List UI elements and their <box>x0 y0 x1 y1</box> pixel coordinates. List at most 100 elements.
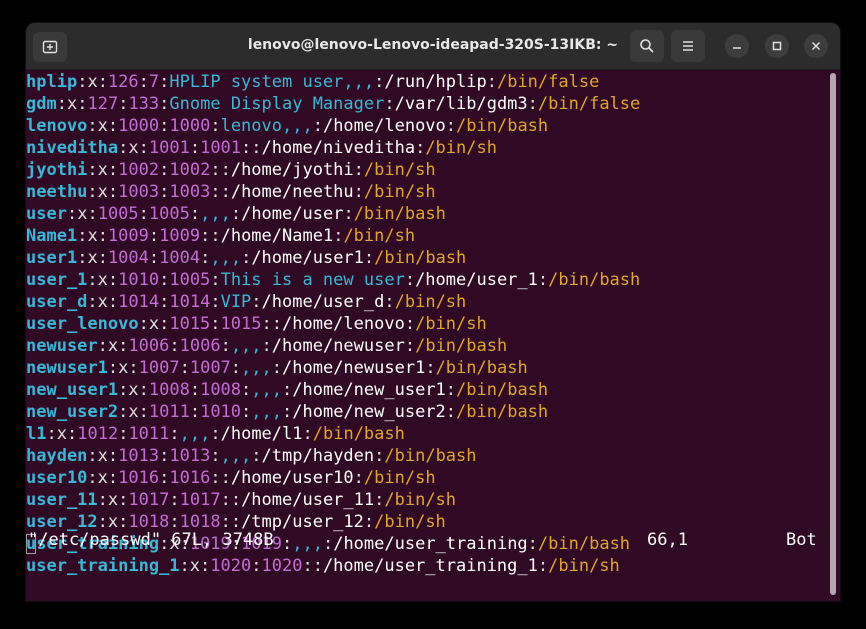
password-field: x <box>118 358 129 378</box>
field-separator: : <box>138 380 149 400</box>
maximize-button[interactable] <box>765 34 789 58</box>
field-separator: : <box>210 314 221 334</box>
password-field: x <box>97 270 108 290</box>
field-separator: : <box>282 402 293 422</box>
gecos: This is a new user <box>220 270 405 290</box>
field-separator: : <box>210 182 221 202</box>
passwd-line: user_d:x:1014:1014:VIP:/home/user_d:/bin… <box>26 291 826 313</box>
password-field: x <box>128 138 139 158</box>
gid: 1020 <box>261 556 303 576</box>
field-separator: : <box>87 182 98 202</box>
scrollbar-thumb[interactable] <box>830 73 836 595</box>
field-separator: : <box>138 402 149 422</box>
uid: 1013 <box>118 446 160 466</box>
uid: 1002 <box>118 160 160 180</box>
field-separator: : <box>148 226 160 246</box>
terminal-content[interactable]: hplip:x:126:7:HPLIP system user,,,:/run/… <box>26 71 826 601</box>
field-separator: : <box>159 94 170 114</box>
password-field: x <box>128 380 139 400</box>
uid: 1003 <box>118 182 160 202</box>
gecos: ,,, <box>230 336 262 356</box>
login-shell: /bin/bash <box>374 248 467 268</box>
field-separator: : <box>271 314 282 334</box>
field-separator: : <box>118 490 129 510</box>
minimize-button[interactable] <box>725 34 749 58</box>
field-separator: : <box>189 138 201 158</box>
field-separator: : <box>445 380 457 400</box>
login-shell: /bin/bash <box>384 446 477 466</box>
field-separator: : <box>107 160 119 180</box>
home-dir: /home/user_training_1 <box>322 556 538 576</box>
field-separator: : <box>210 160 221 180</box>
home-dir: /tmp/hayden <box>261 446 375 466</box>
login-shell: /bin/bash <box>353 204 446 224</box>
password-field: x <box>77 204 88 224</box>
home-dir: /run/hplip <box>384 72 487 92</box>
login-shell: /bin/false <box>537 94 641 114</box>
password-field: x <box>97 468 108 488</box>
field-separator: : <box>353 468 364 488</box>
username: user_1 <box>26 270 88 290</box>
gecos: HPLIP system user,,, <box>169 72 375 92</box>
field-separator: : <box>200 556 211 576</box>
field-separator: : <box>415 138 426 158</box>
field-separator: : <box>210 468 221 488</box>
window-title: lenovo@lenovo-Lenovo-ideapad-320S-13IKB:… <box>247 37 619 53</box>
field-separator: : <box>312 116 323 136</box>
scrollbar[interactable] <box>829 71 837 597</box>
field-separator: : <box>189 204 201 224</box>
uid: 1014 <box>118 292 160 312</box>
field-separator: : <box>302 556 313 576</box>
scroll-position: Bot <box>786 530 817 550</box>
uid: 1016 <box>118 468 160 488</box>
login-shell: /bin/bash <box>548 270 641 290</box>
username: neethu <box>26 182 88 202</box>
field-separator: : <box>384 94 395 114</box>
uid: 1004 <box>107 248 149 268</box>
login-shell: /bin/sh <box>363 468 436 488</box>
field-separator: : <box>251 556 262 576</box>
field-separator: : <box>118 94 129 114</box>
field-separator: : <box>118 336 129 356</box>
username: lenovo <box>26 116 88 136</box>
home-dir: /home/lenovo <box>322 116 446 136</box>
username: hplip <box>26 72 78 92</box>
field-separator: : <box>138 138 149 158</box>
home-dir: /var/lib/gdm3 <box>394 94 528 114</box>
field-separator: : <box>210 424 221 444</box>
home-dir: /home/newuser <box>271 336 405 356</box>
uid: 1017 <box>128 490 170 510</box>
close-icon <box>811 41 821 51</box>
home-dir: /home/user10 <box>230 468 354 488</box>
field-separator: : <box>210 270 221 290</box>
menu-button[interactable] <box>671 30 705 62</box>
terminal-window: lenovo@lenovo-Lenovo-ideapad-320S-13IKB:… <box>26 23 840 601</box>
field-separator: : <box>107 468 119 488</box>
field-separator: : <box>159 182 170 202</box>
field-separator: : <box>107 292 119 312</box>
search-button[interactable] <box>630 30 664 62</box>
home-dir: /home/neethu <box>230 182 354 202</box>
home-dir: /home/new_user2 <box>292 402 446 422</box>
gid: 1013 <box>169 446 211 466</box>
field-separator: : <box>87 446 98 466</box>
field-separator: : <box>537 556 549 576</box>
field-separator: : <box>302 424 313 444</box>
password-field: x <box>107 336 119 356</box>
password-field: x <box>56 424 67 444</box>
field-separator: : <box>200 226 211 246</box>
gid: 7 <box>148 72 160 92</box>
close-button[interactable] <box>804 34 828 58</box>
gid: 1002 <box>169 160 211 180</box>
passwd-line: jyothi:x:1002:1002::/home/jyothi:/bin/sh <box>26 159 826 181</box>
home-dir: /home/Name1 <box>220 226 334 246</box>
password-field: x <box>107 490 119 510</box>
field-separator: : <box>118 138 129 158</box>
uid: 1012 <box>77 424 119 444</box>
password-field: x <box>97 160 108 180</box>
home-dir: /home/l1 <box>220 424 303 444</box>
passwd-line: hayden:x:1013:1013:,,,:/tmp/hayden:/bin/… <box>26 445 826 467</box>
field-separator: : <box>179 358 190 378</box>
field-separator: : <box>220 468 231 488</box>
home-dir: /home/new_user1 <box>292 380 446 400</box>
